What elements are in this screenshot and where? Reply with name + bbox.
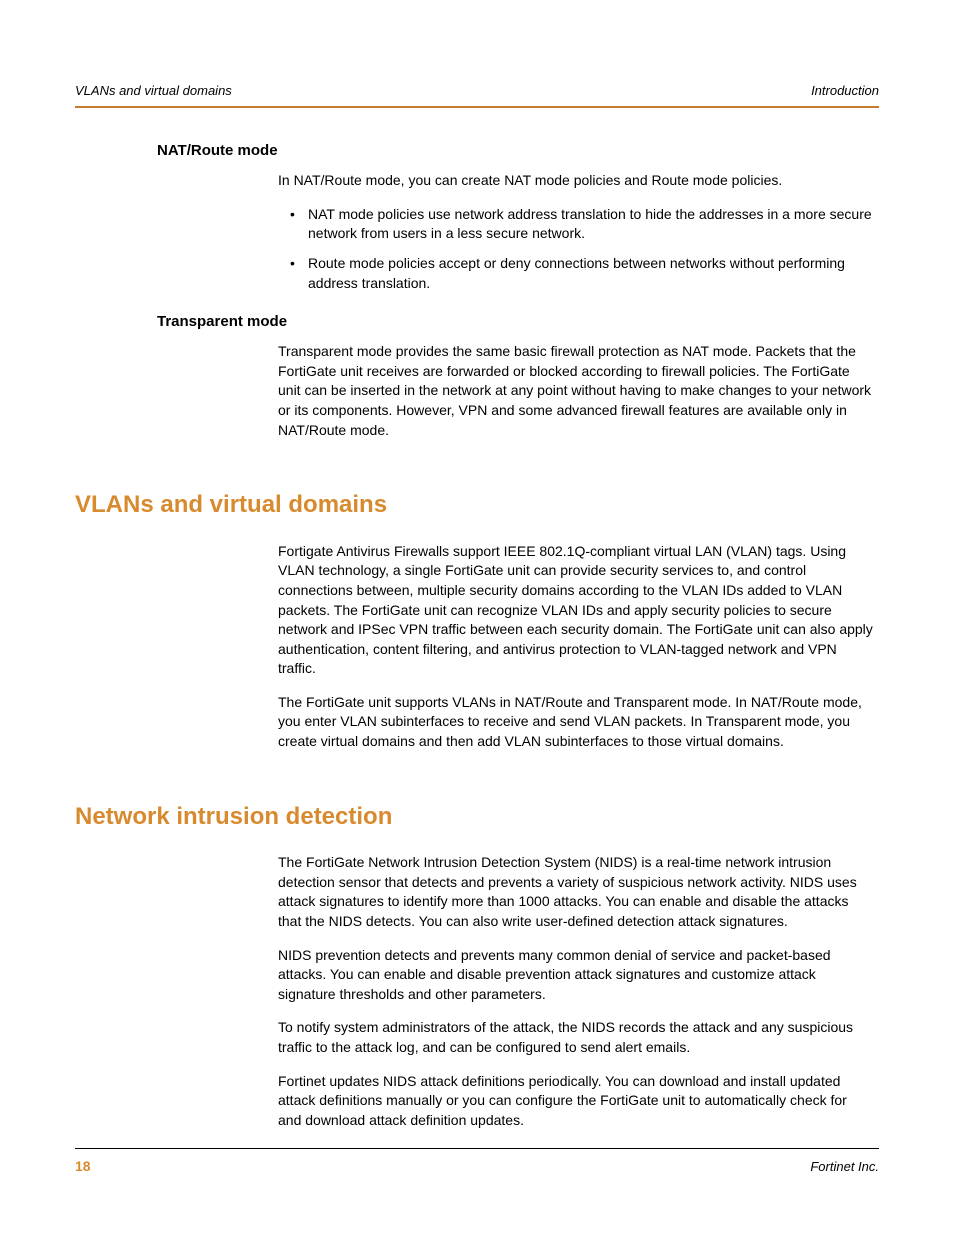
- list-item: NAT mode policies use network address tr…: [278, 205, 874, 244]
- subheading-nat-route: NAT/Route mode: [157, 140, 879, 161]
- running-header: VLANs and virtual domains Introduction: [75, 82, 879, 106]
- nids-p2: NIDS prevention detects and prevents man…: [278, 946, 874, 1005]
- page-number: 18: [75, 1157, 91, 1177]
- footer-company: Fortinet Inc.: [810, 1158, 879, 1176]
- subheading-transparent: Transparent mode: [157, 311, 879, 332]
- header-left: VLANs and virtual domains: [75, 82, 232, 100]
- section-heading-nids: Network intrusion detection: [75, 800, 879, 834]
- vlans-p2: The FortiGate unit supports VLANs in NAT…: [278, 693, 874, 752]
- vlans-p1: Fortigate Antivirus Firewalls support IE…: [278, 542, 874, 679]
- nat-route-bullets: NAT mode policies use network address tr…: [278, 205, 874, 293]
- nids-p4: Fortinet updates NIDS attack definitions…: [278, 1072, 874, 1131]
- list-item: Route mode policies accept or deny conne…: [278, 254, 874, 293]
- nids-p1: The FortiGate Network Intrusion Detectio…: [278, 853, 874, 931]
- nids-p3: To notify system administrators of the a…: [278, 1018, 874, 1057]
- footer: 18 Fortinet Inc.: [75, 1148, 879, 1177]
- header-right: Introduction: [811, 82, 879, 100]
- transparent-p1: Transparent mode provides the same basic…: [278, 342, 874, 440]
- nat-route-intro: In NAT/Route mode, you can create NAT mo…: [278, 171, 874, 191]
- section-heading-vlans: VLANs and virtual domains: [75, 488, 879, 522]
- footer-rule: [75, 1148, 879, 1149]
- header-rule: [75, 106, 879, 108]
